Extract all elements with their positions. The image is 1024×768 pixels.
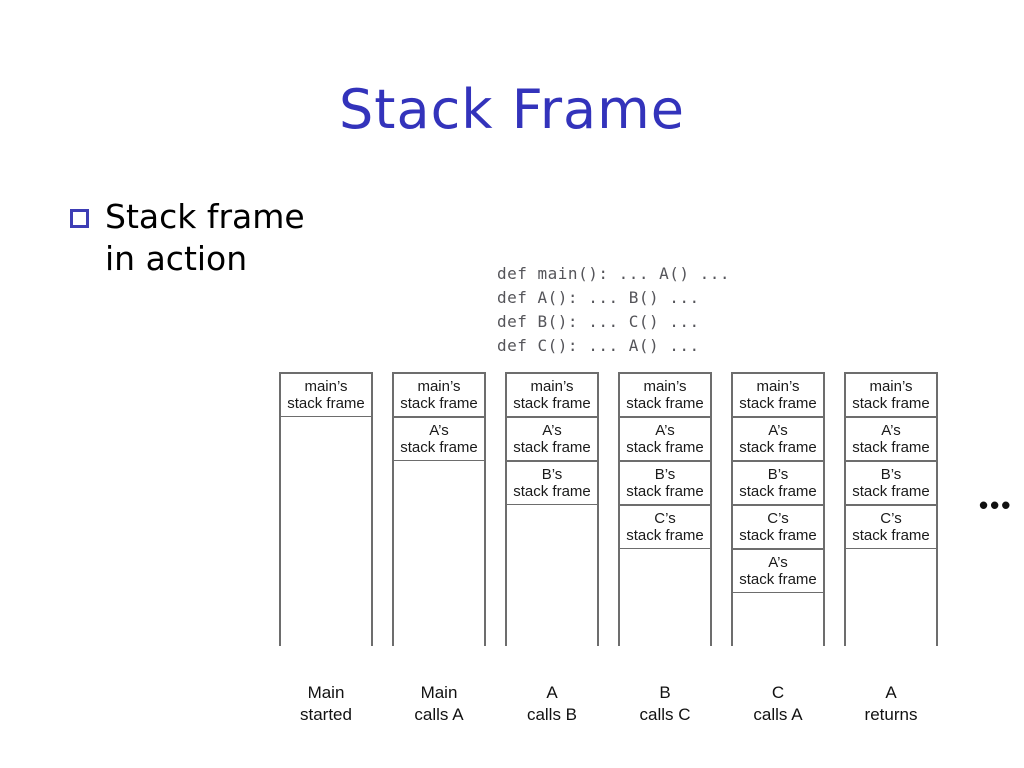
stack-frame-sublabel: stack frame xyxy=(739,527,817,544)
stack-column-caption: A returns xyxy=(864,683,918,724)
bullet-item-label: Stack frame in action xyxy=(105,197,305,278)
stack-frame-box: main’s stack frame xyxy=(505,372,599,417)
stack-frame-owner: A’s xyxy=(768,422,788,439)
stack-frame-sublabel: stack frame xyxy=(513,395,591,412)
stack-frame-sublabel: stack frame xyxy=(400,395,478,412)
stack-frame-box: A’s stack frame xyxy=(618,416,712,461)
stack-frame-sublabel: stack frame xyxy=(626,439,704,456)
stack-frame-sublabel: stack frame xyxy=(739,395,817,412)
stack-frame-box: B’s stack frame xyxy=(618,460,712,505)
stack-frame-box: main’s stack frame xyxy=(844,372,938,417)
stack-frame-sublabel: stack frame xyxy=(626,527,704,544)
stack-frame-sublabel: stack frame xyxy=(513,483,591,500)
stack-frame-box: A’s stack frame xyxy=(844,416,938,461)
ellipsis-icon: ••• xyxy=(979,490,1013,520)
stack-frame-diagram: ••• main’s stack frame Main started main’s s… xyxy=(279,372,1019,732)
stack-column-caption: B calls C xyxy=(639,683,691,724)
stack-frame-owner: main’s xyxy=(756,378,800,395)
stack-column-caption: Main started xyxy=(300,683,352,724)
stack-frame-box: B’s stack frame xyxy=(844,460,938,505)
stack-column-caption: A calls B xyxy=(526,683,578,724)
stack-frame-owner: main’s xyxy=(304,378,348,395)
stack-frame-list: main’s stack frame A’s stack frame xyxy=(392,372,486,461)
stack-frame-owner: main’s xyxy=(417,378,461,395)
stack-frame-owner: C’s xyxy=(654,510,676,527)
stack-frame-owner: main’s xyxy=(643,378,687,395)
stack-frame-sublabel: stack frame xyxy=(400,439,478,456)
stack-frame-sublabel: stack frame xyxy=(852,395,930,412)
stack-frame-owner: A’s xyxy=(542,422,562,439)
bullet-item: Stack frame in action xyxy=(70,196,305,280)
stack-frame-list: main’s stack frame A’s stack frame B’s stack … xyxy=(731,372,825,593)
stack-frame-owner: B’s xyxy=(654,466,676,483)
stack-frame-box: main’s stack frame xyxy=(618,372,712,417)
square-bullet-icon xyxy=(70,209,89,228)
stack-frame-owner: main’s xyxy=(869,378,913,395)
stack-frame-sublabel: stack frame xyxy=(852,527,930,544)
stack-frame-box: main’s stack frame xyxy=(731,372,825,417)
code-listing: def main(): ... A() ... def A(): ... B()… xyxy=(497,264,731,355)
stack-frame-box: B’s stack frame xyxy=(731,460,825,505)
stack-frame-owner: A’s xyxy=(655,422,675,439)
stack-frame-box: main’s stack frame xyxy=(392,372,486,417)
stack-frame-box: C’s stack frame xyxy=(731,504,825,549)
stack-frame-owner: B’s xyxy=(541,466,563,483)
stack-frame-owner: A’s xyxy=(429,422,449,439)
stack-frame-box: B’s stack frame xyxy=(505,460,599,505)
stack-frame-box: A’s stack frame xyxy=(505,416,599,461)
stack-column-caption: C calls A xyxy=(753,683,803,724)
stack-frame-owner: C’s xyxy=(880,510,902,527)
stack-frame-sublabel: stack frame xyxy=(739,483,817,500)
stack-frame-box: A’s stack frame xyxy=(392,416,486,461)
stack-frame-owner: B’s xyxy=(767,466,789,483)
stack-frame-box: main’s stack frame xyxy=(279,372,373,417)
stack-frame-owner: main’s xyxy=(530,378,574,395)
stack-frame-box: A’s stack frame xyxy=(731,548,825,593)
stack-frame-owner: C’s xyxy=(767,510,789,527)
stack-column-caption: Main calls A xyxy=(414,683,464,724)
stack-frame-sublabel: stack frame xyxy=(852,483,930,500)
stack-frame-sublabel: stack frame xyxy=(852,439,930,456)
stack-frame-sublabel: stack frame xyxy=(626,395,704,412)
page-title: Stack Frame xyxy=(339,78,685,141)
stack-frame-owner: A’s xyxy=(768,554,788,571)
square-bullet-outline xyxy=(70,209,89,228)
stack-frame-list: main’s stack frame xyxy=(279,372,373,417)
stack-frame-sublabel: stack frame xyxy=(739,571,817,588)
stack-frame-sublabel: stack frame xyxy=(626,483,704,500)
stack-frame-box: C’s stack frame xyxy=(618,504,712,549)
stack-frame-sublabel: stack frame xyxy=(739,439,817,456)
stack-frame-list: main’s stack frame A’s stack frame B’s stack … xyxy=(505,372,599,505)
stack-frame-sublabel: stack frame xyxy=(287,395,365,412)
stack-frame-owner: A’s xyxy=(881,422,901,439)
stack-frame-owner: B’s xyxy=(880,466,902,483)
stack-frame-box: C’s stack frame xyxy=(844,504,938,549)
stack-frame-box: A’s stack frame xyxy=(731,416,825,461)
stack-frame-list: main’s stack frame A’s stack frame B’s stack … xyxy=(844,372,938,549)
stack-frame-sublabel: stack frame xyxy=(513,439,591,456)
stack-frame-list: main’s stack frame A’s stack frame B’s stack … xyxy=(618,372,712,549)
